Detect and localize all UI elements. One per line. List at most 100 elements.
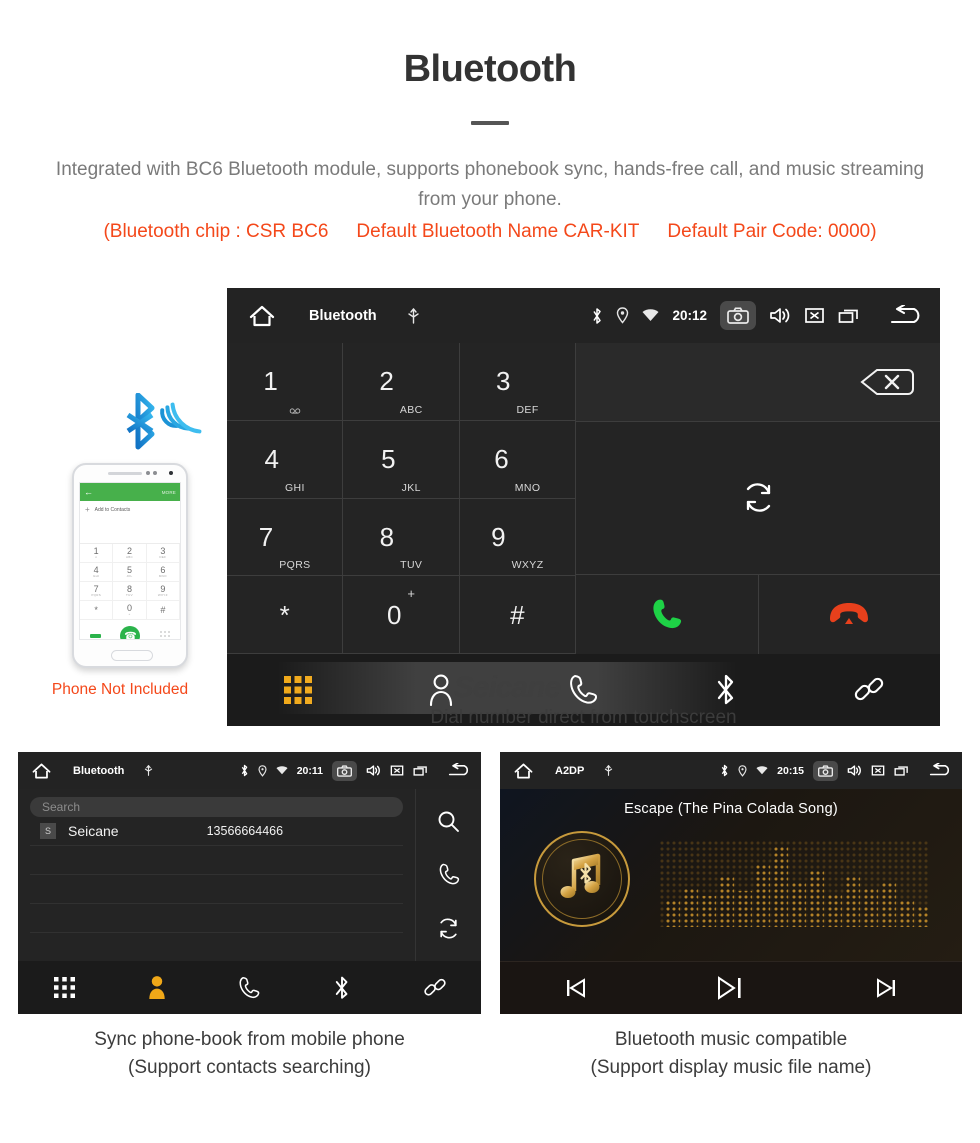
dialer-status-bar: Bluetooth 20:12 xyxy=(227,288,940,343)
dial-key-0[interactable]: 0 + xyxy=(343,576,460,654)
search-input[interactable]: Search xyxy=(30,797,403,817)
phonebook-side-actions xyxy=(415,789,481,961)
back-icon[interactable] xyxy=(928,763,952,778)
dialer-screenshot: Bluetooth 20:12 1 2 ABC 3 DEF 4 GHI 5 JK… xyxy=(227,288,940,726)
usb-icon xyxy=(605,765,613,776)
mute-icon[interactable] xyxy=(871,764,885,777)
spec-bt-name: Default Bluetooth Name CAR-KIT xyxy=(356,221,640,242)
link-icon xyxy=(424,978,446,996)
call-button[interactable] xyxy=(576,574,759,654)
next-icon[interactable] xyxy=(875,977,897,999)
sync-icon[interactable] xyxy=(437,917,460,940)
dial-key-7[interactable]: 7 PQRS xyxy=(227,498,344,577)
dial-key-2[interactable]: 2 ABC xyxy=(343,343,460,421)
phone-key-letters: + xyxy=(128,612,131,616)
tab-pair-link[interactable] xyxy=(797,674,940,706)
hangup-button[interactable] xyxy=(758,574,940,654)
phone-number-field xyxy=(80,518,180,544)
dialer-side-actions xyxy=(576,343,940,654)
search-icon[interactable] xyxy=(437,810,460,833)
location-icon xyxy=(258,764,267,777)
phone-key: 4 GHI xyxy=(80,563,114,582)
dial-key-4[interactable]: 4 GHI xyxy=(227,420,344,499)
track-title: Escape (The Pina Colada Song) xyxy=(624,801,838,817)
title-divider xyxy=(471,121,509,125)
phone-key-digit: 0 xyxy=(126,603,132,613)
contact-row[interactable]: S Seicane 13566664466 xyxy=(30,817,403,846)
link-icon xyxy=(854,677,883,701)
phone-sensor-2 xyxy=(153,471,157,475)
tab-bluetooth[interactable] xyxy=(296,975,389,1001)
phone-speaker xyxy=(108,472,142,475)
bluetooth-icon xyxy=(241,764,248,777)
home-icon[interactable] xyxy=(514,762,533,780)
mute-icon[interactable] xyxy=(804,306,825,325)
dial-key-3[interactable]: 3 DEF xyxy=(459,343,576,421)
volume-icon[interactable] xyxy=(366,764,381,777)
dial-key-1[interactable]: 1 xyxy=(227,343,344,421)
page-title: Bluetooth xyxy=(403,48,577,90)
contact-row-empty xyxy=(30,846,403,875)
backspace-icon xyxy=(860,368,914,395)
dial-key-digit: # xyxy=(510,599,525,630)
camera-icon[interactable] xyxy=(813,760,838,781)
dial-key-8[interactable]: 8 TUV xyxy=(343,498,460,577)
recents-icon[interactable] xyxy=(894,764,910,777)
dial-key-hash[interactable]: # xyxy=(459,576,576,654)
dial-key-9[interactable]: 9 WXYZ xyxy=(459,498,576,577)
backspace-button[interactable] xyxy=(576,343,940,422)
previous-icon[interactable] xyxy=(565,977,587,999)
dialer-keypad-area: 1 2 ABC 3 DEF 4 GHI 5 JKL 6 MNO 7 PQRS 8 TUV 9W… xyxy=(227,343,940,654)
phone-key: 1 ∞ xyxy=(80,544,114,563)
phonebook-caption: Sync phone-book from mobile phone (Suppo… xyxy=(18,1026,481,1082)
tab-keypad[interactable] xyxy=(227,676,370,704)
dial-key-letters: DEF xyxy=(516,403,539,416)
call-icon xyxy=(653,600,681,629)
phonebook-list-area: Search S Seicane 13566664466 xyxy=(18,789,415,961)
play-pause-icon[interactable] xyxy=(716,975,746,1001)
back-icon[interactable] xyxy=(888,304,924,327)
phone-icon[interactable] xyxy=(438,863,460,886)
dial-key-star[interactable]: * xyxy=(227,576,344,654)
tab-recent-calls[interactable] xyxy=(512,674,655,706)
contact-row-empty xyxy=(30,904,403,933)
back-icon[interactable] xyxy=(447,763,471,778)
music-caption-line2: (Support display music file name) xyxy=(590,1057,872,1078)
phone-sensor-1 xyxy=(146,471,150,475)
volume-icon[interactable] xyxy=(847,764,862,777)
dial-key-digit: 9 xyxy=(491,521,506,552)
dialer-keypad: 1 2 ABC 3 DEF 4 GHI 5 JKL 6 MNO 7 PQRS 8 TUV 9W… xyxy=(227,343,576,654)
dialer-status-icons: 20:12 xyxy=(591,301,924,330)
tab-bluetooth[interactable] xyxy=(655,673,798,707)
music-status-bar: A2DP 20:15 xyxy=(500,752,962,789)
camera-icon[interactable] xyxy=(720,301,756,330)
dial-key-letters: PQRS xyxy=(279,559,311,572)
phone-key-digit: 4 xyxy=(93,565,99,575)
tab-contacts[interactable] xyxy=(111,975,204,1000)
spec-line: (Bluetooth chip : CSR BC6 Default Bluetoo… xyxy=(0,221,980,243)
mute-icon[interactable] xyxy=(390,764,404,777)
phone-key-letters: GHI xyxy=(93,574,100,578)
phone-key-letters: WXYZ xyxy=(157,593,168,597)
tab-pair-link[interactable] xyxy=(388,976,481,1000)
dial-key-6[interactable]: 6 MNO xyxy=(459,420,576,499)
home-icon[interactable] xyxy=(249,304,275,328)
volume-icon[interactable] xyxy=(769,306,791,325)
phone-key-letters: ABC xyxy=(125,555,134,559)
phone-sim-icon xyxy=(89,634,101,638)
dial-key-5[interactable]: 5 JKL xyxy=(343,420,460,499)
tab-keypad[interactable] xyxy=(18,977,111,998)
music-screenshot: A2DP 20:15 Escape (The Pina Colada Song) xyxy=(500,752,962,1014)
phonebook-clock: 20:11 xyxy=(296,764,323,777)
phonebook-status-icons: 20:11 xyxy=(240,760,471,781)
home-icon[interactable] xyxy=(32,762,51,780)
music-status-title: A2DP xyxy=(555,764,585,777)
music-caption: Bluetooth music compatible (Support disp… xyxy=(500,1026,962,1082)
recents-icon[interactable] xyxy=(838,306,861,325)
sync-contacts-button[interactable] xyxy=(576,421,940,575)
camera-icon[interactable] xyxy=(332,760,357,781)
recents-icon[interactable] xyxy=(413,764,429,777)
music-transport-controls xyxy=(500,961,962,1014)
tab-contacts[interactable] xyxy=(370,674,513,706)
tab-recent-calls[interactable] xyxy=(203,976,296,1000)
